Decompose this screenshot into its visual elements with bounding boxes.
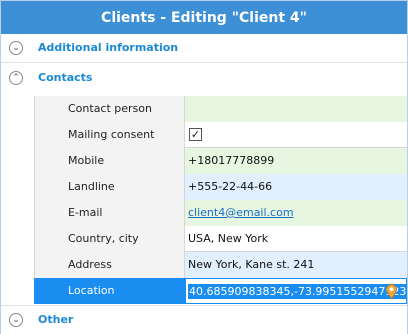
field-label: Location	[34, 278, 185, 304]
field-label: Mailing consent	[34, 122, 185, 148]
collapse-icon[interactable]: ⌃	[9, 71, 23, 85]
field-row-mobile[interactable]: Mobile +18017778899	[34, 148, 407, 174]
field-label: Country, city	[34, 226, 185, 252]
section-label: Contacts	[38, 71, 93, 84]
mailing-consent-checkbox[interactable]: ✓	[189, 128, 202, 141]
address-input[interactable]: New York, Kane st. 241	[185, 252, 407, 278]
field-label: E-mail	[34, 200, 185, 226]
field-row-email[interactable]: E-mail client4@email.com	[34, 200, 407, 226]
location-input[interactable]: 40.685909838345,-73.9951552947923	[185, 278, 407, 304]
mailing-consent-cell[interactable]: ✓	[185, 122, 407, 148]
email-input[interactable]: client4@email.com	[185, 200, 407, 226]
field-row-contact-person[interactable]: Contact person	[34, 96, 407, 122]
location-value: 40.685909838345,-73.9951552947923	[188, 284, 407, 299]
map-pin-icon[interactable]	[386, 284, 397, 299]
section-additional-information[interactable]: ⌄ Additional information	[1, 34, 407, 63]
expand-icon[interactable]: ⌄	[9, 41, 23, 55]
field-label: Contact person	[34, 96, 185, 122]
section-contacts[interactable]: ⌃ Contacts	[1, 64, 407, 93]
field-row-mailing-consent[interactable]: Mailing consent ✓	[34, 122, 407, 148]
section-label: Other	[38, 313, 74, 326]
mobile-input[interactable]: +18017778899	[185, 148, 407, 174]
field-row-landline[interactable]: Landline +555-22-44-66	[34, 174, 407, 200]
section-label: Additional information	[38, 41, 179, 54]
field-row-country-city[interactable]: Country, city USA, New York	[34, 226, 407, 252]
expand-icon[interactable]: ⌄	[9, 313, 23, 327]
field-row-address[interactable]: Address New York, Kane st. 241	[34, 252, 407, 278]
landline-input[interactable]: +555-22-44-66	[185, 174, 407, 200]
field-label: Address	[34, 252, 185, 278]
field-row-location[interactable]: Location 40.685909838345,-73.99515529479…	[34, 278, 407, 304]
contact-person-input[interactable]	[185, 96, 407, 122]
section-other[interactable]: ⌄ Other	[1, 305, 407, 334]
field-label: Mobile	[34, 148, 185, 174]
country-city-input[interactable]: USA, New York	[185, 226, 407, 252]
field-label: Landline	[34, 174, 185, 200]
edit-client-window: Clients - Editing "Client 4" ⌄ Additiona…	[0, 0, 408, 334]
window-title: Clients - Editing "Client 4"	[1, 1, 407, 34]
